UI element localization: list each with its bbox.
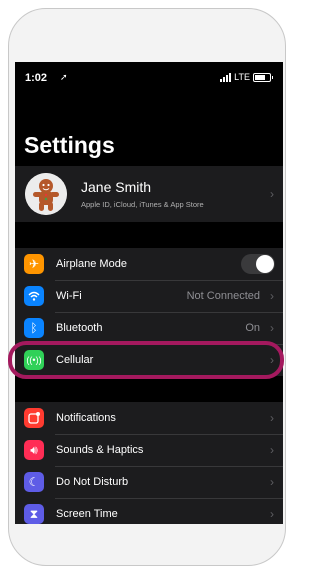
avatar [25,173,67,215]
airplane-mode-toggle[interactable] [241,254,275,274]
airplane-icon: ✈ [24,254,44,274]
row-label: Screen Time [56,508,118,520]
cellular-highlight-outline [8,341,284,379]
hourglass-icon: ⧗ [24,504,44,524]
chevron-right-icon: › [270,411,274,425]
screen-time-row[interactable]: ⧗ Screen Time › [15,498,283,524]
notifications-group: Notifications › 🔊︎ Sounds & Haptics › ☾ … [15,402,283,524]
notifications-icon [24,408,44,428]
row-label: Wi-Fi [56,290,82,302]
wifi-status: Not Connected [186,290,260,302]
page-title: Settings [24,132,115,158]
chevron-right-icon: › [270,187,274,201]
apple-id-profile-row[interactable]: Jane Smith Apple ID, iCloud, iTunes & Ap… [15,166,283,222]
airplane-mode-row[interactable]: ✈ Airplane Mode [15,248,283,280]
wifi-row[interactable]: Wi-Fi Not Connected › [15,280,283,312]
status-right: LTE [220,72,273,82]
chevron-right-icon: › [270,289,274,303]
bluetooth-status: On [245,322,260,334]
gingerbread-avatar-icon [25,173,67,215]
bluetooth-icon: ᛒ [24,318,44,338]
signal-icon [220,72,232,82]
chevron-right-icon: › [270,321,274,335]
do-not-disturb-row[interactable]: ☾ Do Not Disturb › [15,466,283,498]
profile-subtitle: Apple ID, iCloud, iTunes & App Store [81,200,204,209]
moon-icon: ☾ [24,472,44,492]
location-arrow-icon: ➚ [60,72,68,82]
settings-screen: 1:02 ➚ LTE Settings Jane Smith Apple ID,… [15,62,283,524]
speaker-icon: 🔊︎ [24,440,44,460]
row-label: Do Not Disturb [56,476,129,488]
row-label: Bluetooth [56,322,103,334]
battery-tip [272,75,273,79]
chevron-right-icon: › [270,475,274,489]
network-type: LTE [234,72,250,82]
status-bar: 1:02 ➚ LTE [15,62,283,92]
battery-icon [253,72,271,82]
bluetooth-row[interactable]: ᛒ Bluetooth On › [15,312,283,344]
row-label: Airplane Mode [56,258,127,270]
row-label: Notifications [56,412,116,424]
chevron-right-icon: › [270,443,274,457]
row-label: Sounds & Haptics [56,444,144,456]
profile-name: Jane Smith [81,179,152,195]
wifi-icon [24,286,44,306]
status-time: 1:02 [25,72,48,84]
chevron-right-icon: › [270,507,274,521]
sounds-row[interactable]: 🔊︎ Sounds & Haptics › [15,434,283,466]
notifications-row[interactable]: Notifications › [15,402,283,434]
